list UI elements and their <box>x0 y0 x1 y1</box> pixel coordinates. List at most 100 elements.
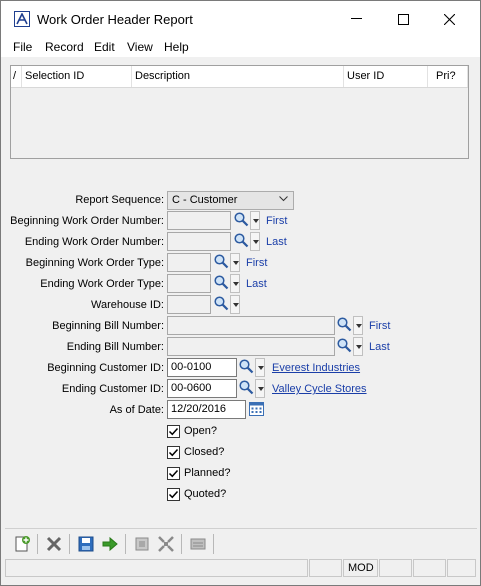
beg-wo-number-dropdown[interactable] <box>250 211 260 230</box>
end-wo-type-label: Ending Work Order Type: <box>40 278 164 290</box>
beg-customer-input[interactable]: 00-0100 <box>167 358 237 377</box>
beg-bill-label: Beginning Bill Number: <box>52 320 164 332</box>
title-bar: Work Order Header Report <box>1 1 480 37</box>
open-checkbox-label: Open? <box>184 425 218 437</box>
beg-customer-label: Beginning Customer ID: <box>47 362 164 374</box>
col-sort-indicator[interactable]: / <box>11 66 22 87</box>
menu-view[interactable]: View <box>127 40 153 54</box>
beg-wo-number-first[interactable]: First <box>266 215 287 227</box>
closed-checkbox[interactable] <box>167 446 180 459</box>
menu-edit[interactable]: Edit <box>94 40 115 54</box>
end-wo-number-input[interactable] <box>167 232 231 251</box>
maximize-button[interactable] <box>380 1 426 37</box>
beg-customer-name-link[interactable]: Everest Industries <box>272 362 360 374</box>
run-arrow-icon[interactable] <box>101 535 119 553</box>
warehouse-label: Warehouse ID: <box>91 299 164 311</box>
beg-bill-dropdown[interactable] <box>353 316 363 335</box>
col-selection-id[interactable]: Selection ID <box>22 66 132 87</box>
copy-icon[interactable] <box>133 535 151 553</box>
beg-wo-number-input[interactable] <box>167 211 231 230</box>
report-sequence-label: Report Sequence: <box>75 194 164 206</box>
end-bill-dropdown[interactable] <box>353 337 363 356</box>
status-cell <box>447 559 476 577</box>
beg-bill-first[interactable]: First <box>369 320 390 332</box>
expand-icon[interactable] <box>157 535 175 553</box>
beg-wo-number-label: Beginning Work Order Number: <box>10 215 164 227</box>
col-description[interactable]: Description <box>132 66 344 87</box>
planned-checkbox-label: Planned? <box>184 467 231 479</box>
beg-wo-type-label: Beginning Work Order Type: <box>25 257 164 269</box>
search-icon[interactable] <box>233 232 250 249</box>
warehouse-dropdown[interactable] <box>230 295 240 314</box>
end-bill-last[interactable]: Last <box>369 341 390 353</box>
checkmark-icon <box>168 427 179 436</box>
window-title: Work Order Header Report <box>37 12 193 27</box>
report-sequence-value: C - Customer <box>172 194 238 206</box>
search-icon[interactable] <box>213 253 230 270</box>
maximize-icon <box>397 13 409 25</box>
end-customer-dropdown[interactable] <box>255 379 265 398</box>
minimize-icon <box>351 18 362 19</box>
menu-help[interactable]: Help <box>164 40 189 54</box>
search-icon[interactable] <box>238 358 255 375</box>
new-record-icon[interactable] <box>13 535 31 553</box>
search-icon[interactable] <box>336 316 353 333</box>
end-wo-type-dropdown[interactable] <box>230 274 240 293</box>
search-icon[interactable] <box>213 295 230 312</box>
status-cell <box>309 559 342 577</box>
end-customer-name-link[interactable]: Valley Cycle Stores <box>272 383 367 395</box>
as-of-date-label: As of Date: <box>109 404 164 416</box>
close-button[interactable] <box>426 1 472 37</box>
warehouse-input[interactable] <box>167 295 211 314</box>
end-wo-number-dropdown[interactable] <box>250 232 260 251</box>
grid-header: / Selection ID Description User ID Pri? <box>11 66 468 88</box>
quoted-checkbox[interactable] <box>167 488 180 501</box>
menu-file[interactable]: File <box>13 40 32 54</box>
status-cell <box>413 559 446 577</box>
beg-customer-dropdown[interactable] <box>255 358 265 377</box>
search-icon[interactable] <box>238 379 255 396</box>
report-window: Work Order Header Report File Record Edi… <box>0 0 481 586</box>
end-wo-type-input[interactable] <box>167 274 211 293</box>
delete-icon[interactable] <box>45 535 63 553</box>
beg-wo-type-dropdown[interactable] <box>230 253 240 272</box>
status-message-cell <box>5 559 308 577</box>
search-icon[interactable] <box>233 211 250 228</box>
calendar-icon[interactable] <box>248 400 265 417</box>
search-icon[interactable] <box>336 337 353 354</box>
beg-wo-type-input[interactable] <box>167 253 211 272</box>
toolbar-separator <box>213 534 214 554</box>
report-sequence-select[interactable]: C - Customer <box>167 191 294 210</box>
toolbar-separator <box>37 534 38 554</box>
closed-checkbox-label: Closed? <box>184 446 225 458</box>
checkmark-icon <box>168 469 179 478</box>
toolbar-separator <box>125 534 126 554</box>
beg-wo-type-first[interactable]: First <box>246 257 267 269</box>
status-cell <box>379 559 412 577</box>
col-user-id[interactable]: User ID <box>344 66 428 87</box>
end-customer-label: Ending Customer ID: <box>61 383 164 395</box>
list-icon[interactable] <box>189 535 207 553</box>
end-bill-label: Ending Bill Number: <box>66 341 164 353</box>
planned-checkbox[interactable] <box>167 467 180 480</box>
search-icon[interactable] <box>213 274 230 291</box>
save-icon[interactable] <box>77 535 95 553</box>
as-of-date-input[interactable]: 12/20/2016 <box>167 400 246 419</box>
col-priority[interactable]: Pri? <box>428 66 468 87</box>
app-logo-icon <box>14 11 30 27</box>
end-bill-input[interactable] <box>167 337 335 356</box>
status-mode-cell: MOD <box>343 559 378 577</box>
checkmark-icon <box>168 448 179 457</box>
toolbar <box>5 528 477 557</box>
beg-bill-input[interactable] <box>167 316 335 335</box>
open-checkbox[interactable] <box>167 425 180 438</box>
menu-bar: File Record Edit View Help <box>1 37 480 57</box>
minimize-button[interactable] <box>334 1 380 37</box>
checkmark-icon <box>168 490 179 499</box>
end-wo-number-last[interactable]: Last <box>266 236 287 248</box>
selection-grid[interactable]: / Selection ID Description User ID Pri? <box>10 65 469 159</box>
menu-record[interactable]: Record <box>45 40 84 54</box>
end-customer-input[interactable]: 00-0600 <box>167 379 237 398</box>
end-wo-type-last[interactable]: Last <box>246 278 267 290</box>
quoted-checkbox-label: Quoted? <box>184 488 227 500</box>
